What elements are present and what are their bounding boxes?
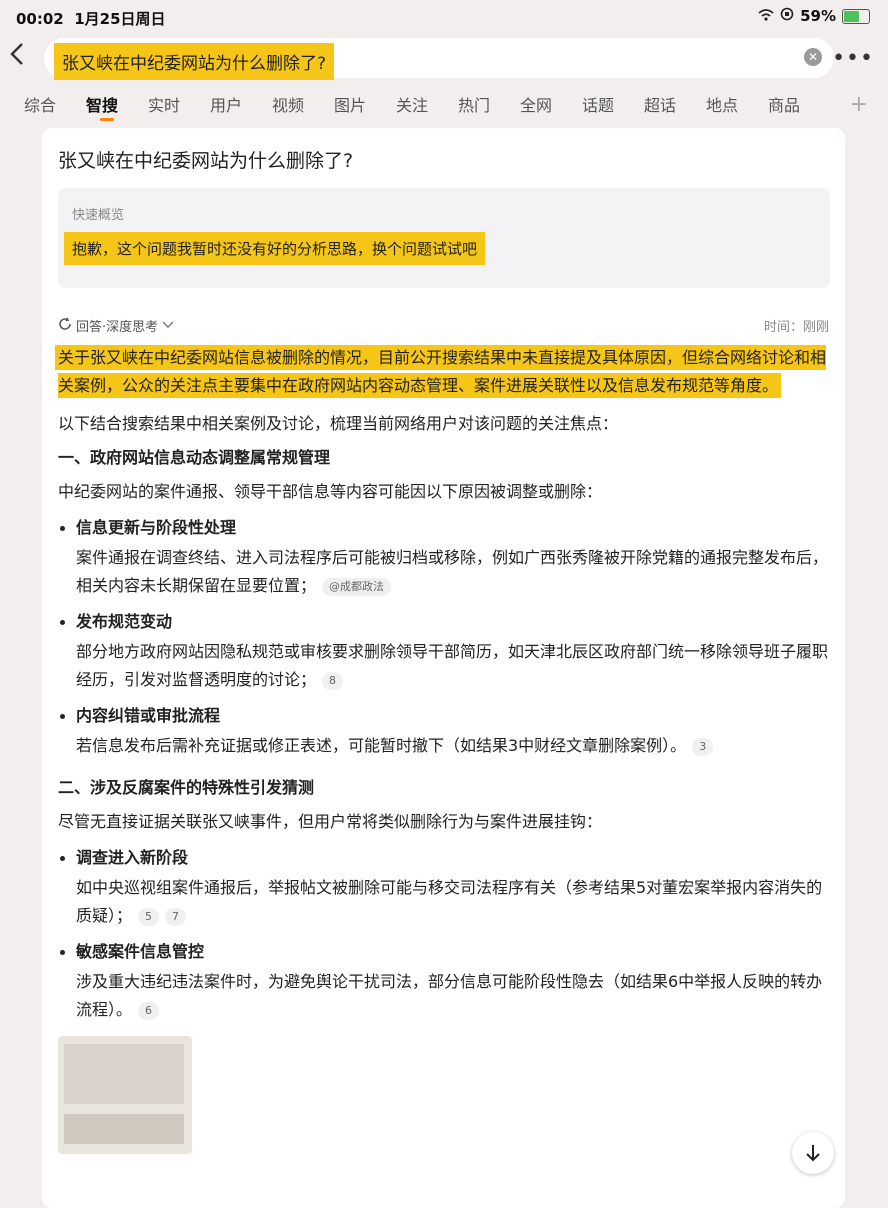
add-tab-icon[interactable]: + [850, 92, 868, 117]
list-item: 调查进入新阶段 如中央巡视组案件通报后，举报帖文被删除可能与移交司法程序有关（参… [58, 844, 830, 930]
section2-heading: 二、涉及反腐案件的特殊性引发猜测 [58, 778, 315, 797]
tab-all-web[interactable]: 全网 [520, 92, 582, 124]
status-right: 59% [758, 7, 870, 25]
intro-paragraph: 以下结合搜索结果中相关案例及讨论，梳理当前网络用户对该问题的关注焦点： [58, 414, 619, 433]
summary-text: 抱歉，这个问题我暂时还没有好的分析思路，换个问题试试吧 [68, 236, 482, 261]
wifi-icon [758, 7, 774, 25]
quick-summary: 快速概览 抱歉，这个问题我暂时还没有好的分析思路，换个问题试试吧 [58, 188, 830, 288]
search-query: 张又峡在中纪委网站为什么删除了? [58, 47, 331, 76]
tab-following[interactable]: 关注 [396, 92, 458, 124]
orientation-lock-icon [780, 7, 794, 25]
question-title: 张又峡在中纪委网站为什么删除了? [58, 150, 354, 172]
tab-smart-search[interactable]: 智搜 [86, 92, 148, 124]
chevron-down-icon [162, 318, 174, 333]
back-icon[interactable] [10, 42, 24, 73]
list-item: 内容纠错或审批流程 若信息发布后需补充证据或修正表述，可能暂时撤下（如结果3中财… [58, 702, 830, 760]
tab-realtime[interactable]: 实时 [148, 92, 210, 124]
refresh-icon [58, 317, 72, 335]
bullet-title: 敏感案件信息管控 [76, 942, 205, 961]
tab-super-topics[interactable]: 超话 [644, 92, 706, 124]
answer-content: 关于张又峡在中纪委网站信息被删除的情况，目前公开搜索结果中未直接提及具体原因，但… [58, 344, 830, 1154]
section2-intro: 尽管无直接证据关联张又峡事件，但用户常将类似删除行为与案件进展挂钩： [58, 812, 603, 831]
section1-heading: 一、政府网站信息动态调整属常规管理 [58, 448, 331, 467]
tab-products[interactable]: 商品 [768, 92, 830, 124]
reference-thumbnail[interactable] [58, 1036, 192, 1154]
bullet-body: 案件通报在调查终结、进入司法程序后可能被归档或移除，例如广西张秀隆被开除党籍的通… [76, 548, 829, 595]
bullet-body: 部分地方政府网站因隐私规范或审核要求删除领导干部简历，如天津北辰区政府部门统一移… [76, 642, 829, 689]
tab-topics[interactable]: 话题 [582, 92, 644, 124]
more-icon[interactable]: ••• [832, 46, 874, 71]
search-input[interactable]: 张又峡在中纪委网站为什么删除了? ✕ [44, 38, 834, 78]
search-tabs: 综合 智搜 实时 用户 视频 图片 关注 热门 全网 话题 超话 地点 商品 [24, 92, 888, 124]
tab-places[interactable]: 地点 [706, 92, 768, 124]
bullet-title: 发布规范变动 [76, 612, 173, 631]
citation-badge[interactable]: 7 [165, 907, 187, 926]
battery-icon [842, 8, 870, 24]
status-date: 1月25日周日 [74, 10, 166, 28]
list-item: 发布规范变动 部分地方政府网站因隐私规范或审核要求删除领导干部简历，如天津北辰区… [58, 608, 830, 694]
clear-icon[interactable]: ✕ [804, 48, 822, 66]
status-time: 00:02 1月25日周日 [16, 10, 166, 28]
section1-intro: 中纪委网站的案件通报、领导干部信息等内容可能因以下原因被调整或删除： [58, 482, 603, 501]
battery-percent: 59% [800, 7, 836, 25]
tab-users[interactable]: 用户 [210, 92, 272, 124]
list-item: 敏感案件信息管控 涉及重大违纪违法案件时，为避免舆论干扰司法，部分信息可能阶段性… [58, 938, 830, 1024]
list-item: 信息更新与阶段性处理 案件通报在调查终结、进入司法程序后可能被归档或移除，例如广… [58, 514, 830, 600]
tab-video[interactable]: 视频 [272, 92, 334, 124]
citation-badge[interactable]: 3 [692, 737, 714, 756]
citation-badge[interactable]: @成都政法 [322, 577, 392, 596]
scroll-down-button[interactable] [792, 1132, 834, 1174]
bullet-title: 内容纠错或审批流程 [76, 706, 221, 725]
status-bar: 00:02 1月25日周日 59% [0, 0, 888, 34]
answer-label: 回答·深度思考 [76, 320, 159, 335]
search-row: 张又峡在中纪委网站为什么删除了? ✕ ••• [0, 36, 888, 82]
bullet-body: 涉及重大违纪违法案件时，为避免舆论干扰司法，部分信息可能阶段性隐去（如结果6中举… [76, 972, 823, 1019]
answer-card: 张又峡在中纪委网站为什么删除了? 快速概览 抱歉，这个问题我暂时还没有好的分析思… [42, 128, 845, 1208]
answer-mode[interactable]: 回答·深度思考 [58, 316, 174, 335]
summary-label: 快速概览 [72, 208, 125, 223]
citation-badge[interactable]: 6 [138, 1001, 160, 1020]
tab-comprehensive[interactable]: 综合 [24, 92, 86, 124]
citation-badge[interactable]: 5 [138, 907, 160, 926]
citation-badge[interactable]: 8 [322, 671, 344, 690]
tab-images[interactable]: 图片 [334, 92, 396, 124]
bullet-title: 信息更新与阶段性处理 [76, 518, 237, 537]
answer-time: 时间：刚刚 [763, 320, 829, 335]
bullet-body: 如中央巡视组案件通报后，举报帖文被删除可能与移交司法程序有关（参考结果5对董宏案… [76, 878, 823, 925]
bullet-body: 若信息发布后需补充证据或修正表述，可能暂时撤下（如结果3中财经文章删除案例）。 [76, 736, 687, 755]
bullet-title: 调查进入新阶段 [76, 848, 189, 867]
lead-paragraph: 关于张又峡在中纪委网站信息被删除的情况，目前公开搜索结果中未直接提及具体原因，但… [58, 348, 827, 395]
tab-hot[interactable]: 热门 [458, 92, 520, 124]
